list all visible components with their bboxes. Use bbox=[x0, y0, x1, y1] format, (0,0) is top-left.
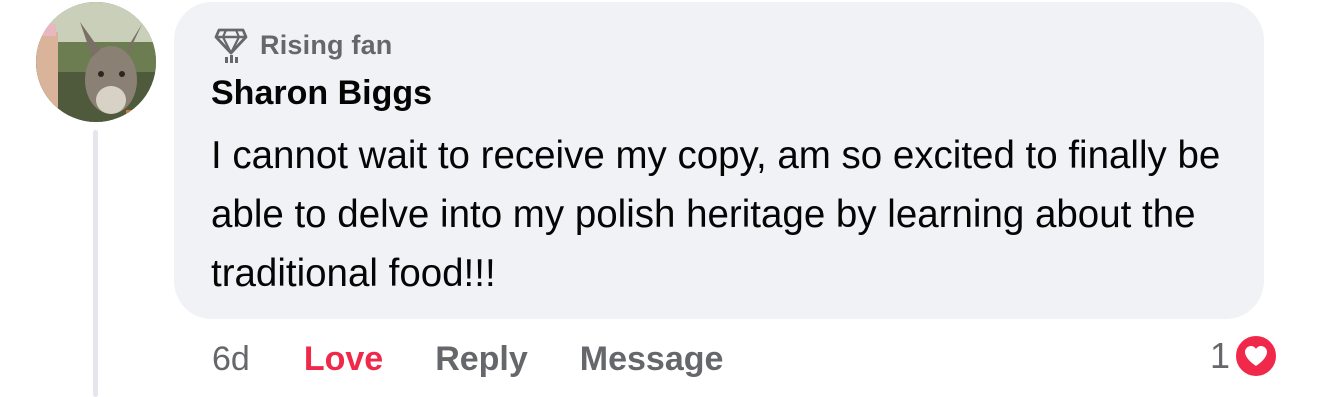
comment-text: I cannot wait to receive my copy, am so … bbox=[211, 134, 1221, 295]
comment-age[interactable]: 6d bbox=[212, 340, 250, 379]
heart-icon bbox=[1233, 333, 1280, 379]
message-button[interactable]: Message bbox=[580, 340, 724, 379]
reaction-summary[interactable]: 1 bbox=[1210, 333, 1280, 379]
badge-label: Rising fan bbox=[260, 29, 393, 60]
comment-actions: 6d Love Reply Message bbox=[212, 336, 723, 382]
love-button[interactable]: Love bbox=[304, 340, 383, 379]
comment-item: Rising fan Sharon Biggs I cannot wait to… bbox=[0, 0, 1320, 397]
author-name[interactable]: Sharon Biggs bbox=[211, 74, 432, 113]
reaction-count: 1 bbox=[1210, 335, 1231, 376]
avatar-photo bbox=[36, 2, 156, 122]
thread-line bbox=[93, 130, 98, 397]
fan-badge[interactable]: Rising fan bbox=[214, 26, 393, 64]
diamond-badge-icon bbox=[214, 26, 248, 64]
avatar[interactable] bbox=[36, 2, 156, 122]
reply-button[interactable]: Reply bbox=[435, 340, 528, 379]
